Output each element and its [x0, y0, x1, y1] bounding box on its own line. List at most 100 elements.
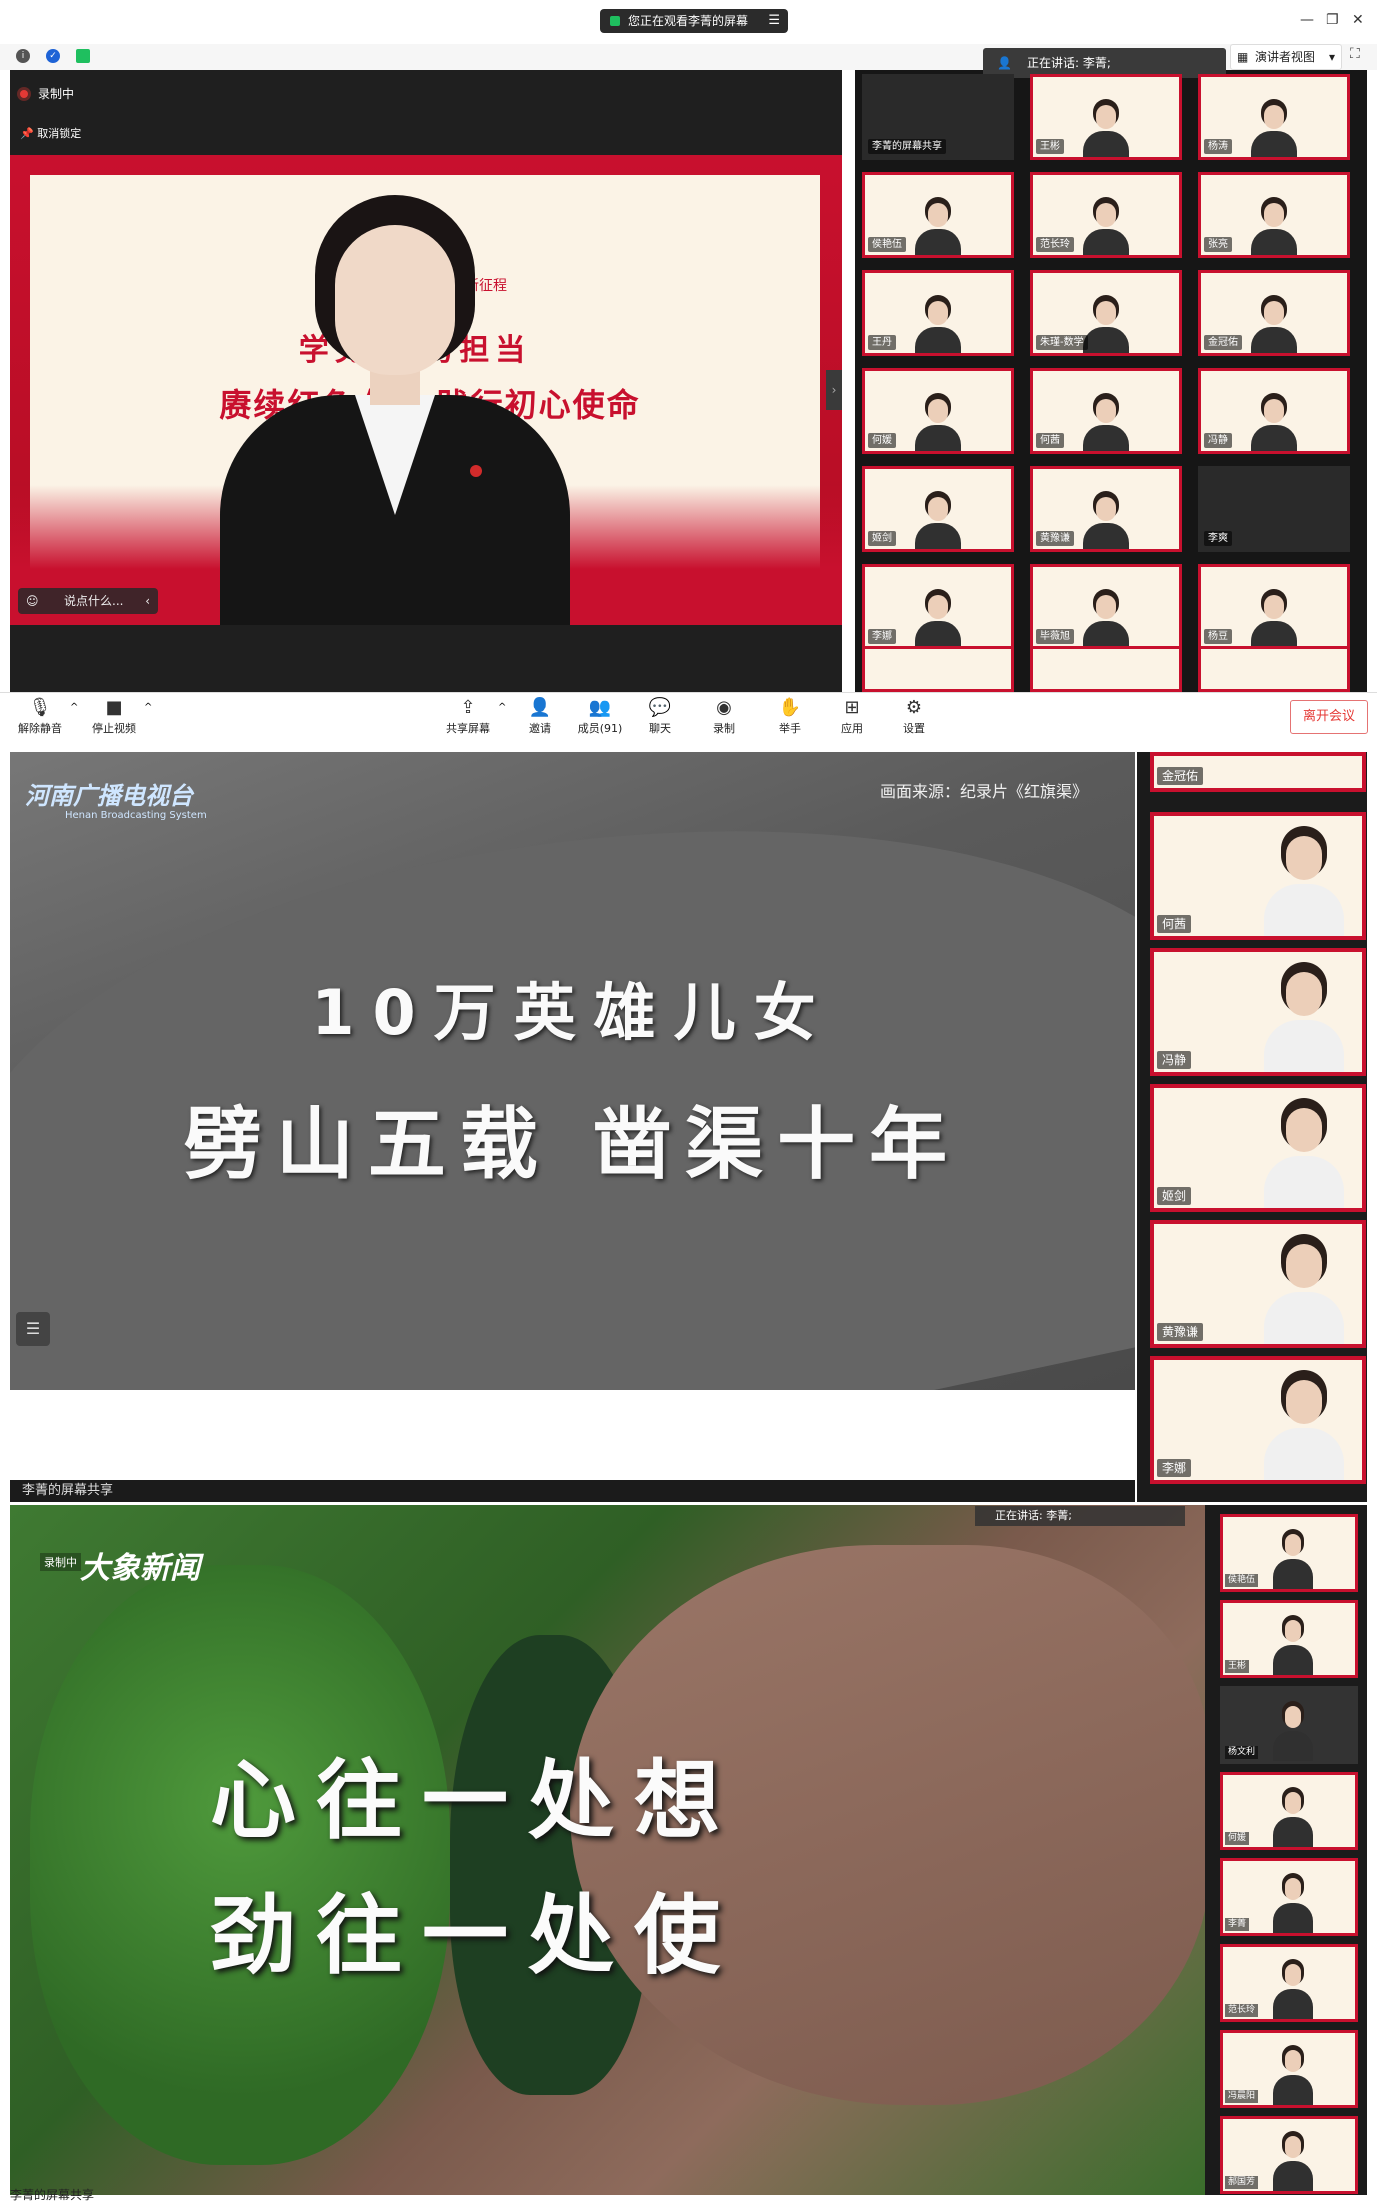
participant-video: [915, 491, 961, 549]
share-indicator-icon: [610, 16, 620, 26]
participant-name: 冯静: [1204, 433, 1232, 448]
emoji-icon[interactable]: ☺: [26, 588, 39, 614]
participant-tile[interactable]: 李娜: [862, 564, 1014, 650]
participant-tile[interactable]: 黄豫谦: [1150, 1220, 1366, 1348]
settings-button[interactable]: ⚙ 设置: [882, 696, 946, 736]
body-shape: [1083, 327, 1129, 353]
face-shape: [928, 301, 948, 325]
share-screen-button[interactable]: ⇪ 共享屏幕: [436, 696, 500, 736]
screen-share-banner[interactable]: 您正在观看李菁的屏幕 ☰: [600, 9, 788, 33]
participant-tile[interactable]: 何媛: [1220, 1772, 1358, 1850]
participant-tile[interactable]: 侯艳伍: [862, 172, 1014, 258]
signal-icon[interactable]: [76, 49, 90, 63]
speaking-indicator-3: 正在讲话: 李菁;: [975, 1506, 1185, 1526]
recording-indicator: 录制中: [20, 85, 74, 102]
list-icon[interactable]: ☰: [16, 1312, 50, 1346]
participant-tile[interactable]: 李菁的屏幕共享: [862, 74, 1014, 160]
fullscreen-icon[interactable]: ⛶: [1350, 46, 1360, 62]
participant-tile-partial[interactable]: [1030, 646, 1182, 692]
leave-meeting-button[interactable]: 离开会议: [1290, 700, 1368, 734]
shield-icon[interactable]: ✓: [46, 49, 60, 63]
participant-tile[interactable]: 姬剑: [1150, 1084, 1366, 1212]
participant-tile[interactable]: 何媛: [862, 368, 1014, 454]
participant-tile-partial[interactable]: [862, 646, 1014, 692]
participant-tile[interactable]: 何茜: [1030, 368, 1182, 454]
record-button[interactable]: ◉ 录制: [692, 696, 756, 736]
apps-button[interactable]: ⊞ 应用: [820, 696, 884, 736]
face-shape: [1264, 203, 1284, 227]
participant-tile[interactable]: 姬剑: [862, 466, 1014, 552]
participant-tile[interactable]: 杨涛: [1198, 74, 1350, 160]
video-source-caption: 画面来源：纪录片《红旗渠》: [880, 782, 1089, 801]
caption-line-2: 劲往一处使: [210, 1886, 740, 1986]
face-shape: [1286, 836, 1322, 880]
body-shape: [1273, 2075, 1313, 2105]
raise-hand-label: 举手: [779, 722, 801, 735]
chat-input[interactable]: ☺ 说点什么... ‹: [18, 588, 158, 614]
stop-video-button[interactable]: ■ 停止视频: [82, 696, 146, 736]
body-shape: [1273, 1989, 1313, 2019]
chat-label: 聊天: [649, 722, 671, 735]
caption-line-1: 心往一处想: [210, 1751, 740, 1851]
pin-icon: 📌: [20, 127, 38, 140]
face-shape: [1096, 399, 1116, 423]
hand-icon: ✋: [778, 697, 802, 718]
chevron-up-icon[interactable]: ^: [498, 702, 506, 713]
participant-tile[interactable]: 冯静: [1198, 368, 1350, 454]
chevron-left-icon[interactable]: ‹: [145, 588, 150, 614]
view-mode-button[interactable]: ▦ 演讲者视图 ▾: [1230, 44, 1342, 70]
participant-tile[interactable]: 侯艳伍: [1220, 1514, 1358, 1592]
participant-name: 杨涛: [1204, 139, 1232, 154]
participant-tile[interactable]: 李娜: [1150, 1356, 1366, 1484]
participant-tile[interactable]: 冯晨阳: [1220, 2030, 1358, 2108]
participant-tile[interactable]: 李爽: [1198, 466, 1350, 552]
participant-tile[interactable]: 范长玲: [1030, 172, 1182, 258]
chevron-up-icon[interactable]: ^: [70, 702, 78, 713]
share-label-3: 李菁的屏幕共享: [10, 2187, 410, 2203]
participant-video: [1273, 1701, 1313, 1761]
participant-name: 郝国芳: [1225, 2176, 1259, 2189]
participant-tile[interactable]: 金冠佑: [1150, 752, 1366, 792]
collapse-gallery-button[interactable]: ›: [826, 370, 842, 410]
participant-tile[interactable]: 张亮: [1198, 172, 1350, 258]
body-shape: [1264, 1156, 1344, 1208]
participant-tile[interactable]: 王丹: [862, 270, 1014, 356]
participant-tile[interactable]: 范长玲: [1220, 1944, 1358, 2022]
participant-name: 范长玲: [1225, 2004, 1259, 2017]
participant-tile[interactable]: 毕薇旭: [1030, 564, 1182, 650]
recording-label: 录制中: [38, 87, 75, 101]
restore-icon[interactable]: ❐: [1326, 12, 1339, 28]
unmute-button[interactable]: 🎙 解除静音: [8, 696, 72, 736]
participant-name: 李娜: [868, 629, 896, 644]
participant-tile[interactable]: 王彬: [1030, 74, 1182, 160]
participant-name: 杨豆: [1204, 629, 1232, 644]
participant-video: [1273, 1959, 1313, 2019]
share-icon: ⇪: [460, 697, 476, 718]
body-shape: [1251, 229, 1297, 255]
participant-tile[interactable]: 杨豆: [1198, 564, 1350, 650]
participant-tile[interactable]: 冯静: [1150, 948, 1366, 1076]
participant-tile[interactable]: 李菁: [1220, 1858, 1358, 1936]
invite-button[interactable]: 👤 邀请: [508, 696, 572, 736]
info-icon[interactable]: i: [16, 49, 30, 63]
participant-tile[interactable]: 朱瑾-数学: [1030, 270, 1182, 356]
unpin-button[interactable]: 📌 取消锁定: [20, 125, 81, 141]
participant-tile[interactable]: 黄豫谦: [1030, 466, 1182, 552]
participant-tile-partial[interactable]: [1198, 646, 1350, 692]
menu-icon[interactable]: ☰: [768, 9, 780, 33]
raise-hand-button[interactable]: ✋ 举手: [758, 696, 822, 736]
participant-tile[interactable]: 杨文利: [1220, 1686, 1358, 1764]
participant-tile[interactable]: 郝国芳: [1220, 2116, 1358, 2194]
members-button[interactable]: 👥 成员(91): [568, 696, 632, 736]
participant-tile[interactable]: 王彬: [1220, 1600, 1358, 1678]
participant-tile[interactable]: 何茜: [1150, 812, 1366, 940]
minimize-icon[interactable]: —: [1300, 12, 1314, 28]
chat-button[interactable]: 💬 聊天: [628, 696, 692, 736]
close-icon[interactable]: ✕: [1352, 12, 1364, 28]
participant-tile[interactable]: 金冠佑: [1198, 270, 1350, 356]
shared-video-3: 录制中 大象新闻 心往一处想 劲往一处使: [10, 1505, 1205, 2195]
chevron-up-icon[interactable]: ^: [144, 702, 152, 713]
participant-name: 冯静: [1157, 1051, 1192, 1069]
broadcaster-logo-sub: Henan Broadcasting System: [65, 810, 207, 821]
face-shape: [1285, 1706, 1301, 1728]
